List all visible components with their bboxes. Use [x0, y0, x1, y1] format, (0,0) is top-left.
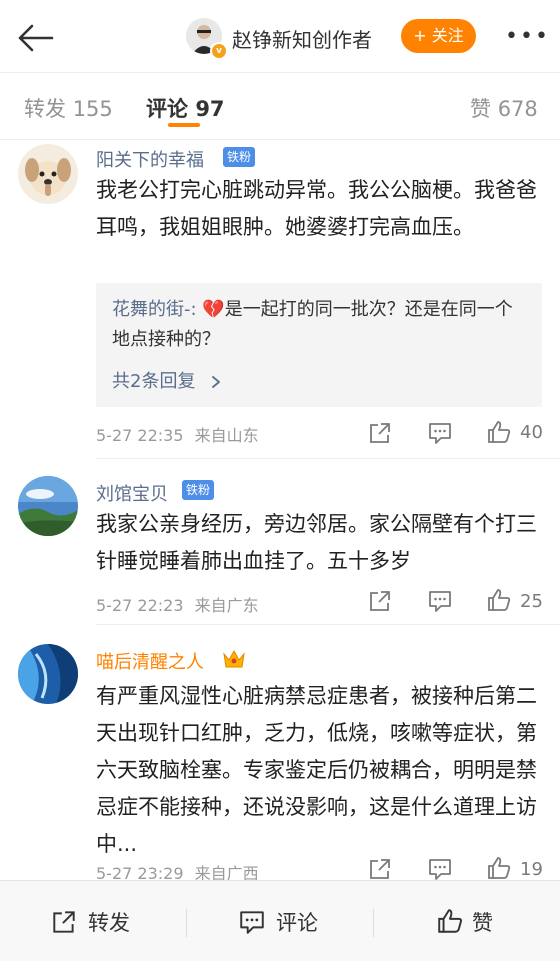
- comment-text: 有严重风湿性心脏病禁忌症患者，被接种后第二天出现针口红肿，乏力，低烧，咳嗽等症状…: [96, 684, 537, 856]
- comment-location: 来自广东: [194, 596, 259, 615]
- broken-heart-icon: 💔: [202, 299, 225, 320]
- comment-item: 阳关下的幸福 铁粉 我老公打完心脏跳动异常。我公公脑梗。我爸爸耳鸣，我姐姐眼肿。…: [0, 138, 560, 459]
- comment-meta: 5-27 22:23 来自广东: [96, 592, 259, 616]
- comment-icon[interactable]: [427, 856, 453, 882]
- reply-username[interactable]: 花舞的街-:: [112, 299, 197, 320]
- active-tab-indicator: [168, 123, 200, 127]
- comment-label: 评论: [276, 911, 318, 935]
- comment-time: 5-27 22:35: [96, 426, 184, 445]
- top-bar: v 赵铮新知创作者 + 关注 •••: [0, 0, 560, 72]
- tab-comment-count: 97: [195, 97, 225, 121]
- tab-repost-count: 155: [72, 97, 113, 121]
- comment-icon: [240, 911, 264, 934]
- like-icon: [438, 909, 463, 933]
- comment-time: 5-27 22:23: [96, 596, 184, 615]
- avatar[interactable]: [18, 476, 78, 536]
- comment-username[interactable]: 刘馆宝贝: [96, 480, 168, 506]
- like-label: 赞: [472, 911, 493, 935]
- divider: [186, 909, 187, 937]
- share-icon: [53, 911, 75, 933]
- fan-badge: 铁粉: [182, 480, 215, 500]
- like-count: 19: [520, 859, 543, 880]
- tab-bar: 转发 155 评论 97 赞 678: [0, 72, 560, 140]
- comment-text: 我家公亲身经历，旁边邻居。家公隔壁有个打三针睡觉睡着肺出血挂了。五十多岁: [96, 512, 537, 573]
- reply-preview[interactable]: 花舞的街-: 💔是一起打的同一批次？还是在同一个地点接种的？ 共2条回复: [96, 283, 542, 407]
- repost-label: 转发: [88, 911, 130, 935]
- like-button[interactable]: 赞: [436, 901, 516, 941]
- fan-badge: 铁粉: [223, 147, 256, 167]
- tab-likes[interactable]: 赞 678: [470, 93, 538, 123]
- tab-comment-label: 评论: [146, 97, 188, 121]
- verified-badge-icon: v: [210, 42, 228, 60]
- more-dots-icon[interactable]: •••: [505, 24, 550, 49]
- share-icon[interactable]: [367, 856, 393, 882]
- comment-item: 喵后清醒之人 有严重风湿性心脏病禁忌症患者，被接种后第二天出现针口红肿，乏力，低…: [0, 624, 560, 883]
- share-icon[interactable]: [367, 420, 393, 446]
- share-icon[interactable]: [367, 588, 393, 614]
- avatar[interactable]: [18, 644, 78, 704]
- comment-text: 我老公打完心脏跳动异常。我公公脑梗。我爸爸耳鸣，我姐姐眼肿。她婆婆打完高血压。: [96, 178, 537, 239]
- tab-comment[interactable]: 评论 97: [146, 93, 225, 123]
- reply-text: 花舞的街-: 💔是一起打的同一批次？还是在同一个地点接种的？: [112, 295, 530, 355]
- comment-meta: 5-27 22:35 来自山东: [96, 422, 259, 446]
- like-count: 25: [520, 591, 543, 612]
- comment-icon[interactable]: [427, 588, 453, 614]
- comment-username[interactable]: 喵后清醒之人: [96, 648, 204, 674]
- tab-likes-count: 678: [497, 97, 538, 121]
- tab-likes-label: 赞: [470, 97, 491, 121]
- like-icon[interactable]: [486, 855, 512, 881]
- author-name[interactable]: 赵铮新知创作者: [232, 24, 372, 53]
- divider: [373, 909, 374, 937]
- tab-repost-label: 转发: [24, 97, 66, 121]
- chevron-right-icon: [212, 376, 221, 388]
- avatar[interactable]: [18, 144, 78, 204]
- comment-button[interactable]: 评论: [238, 901, 338, 941]
- crown-icon: [223, 649, 245, 668]
- like-icon[interactable]: [486, 587, 512, 613]
- like-count: 40: [520, 422, 543, 443]
- comment-username[interactable]: 阳关下的幸福: [96, 146, 204, 172]
- back-arrow-icon[interactable]: [14, 20, 54, 56]
- view-replies-link[interactable]: 共2条回复: [112, 367, 223, 393]
- comment-icon[interactable]: [427, 420, 453, 446]
- view-replies-label: 共2条回复: [112, 371, 196, 392]
- repost-button[interactable]: 转发: [50, 901, 150, 941]
- comment-location: 来自山东: [194, 426, 259, 445]
- follow-button[interactable]: + 关注: [401, 19, 476, 53]
- tab-repost[interactable]: 转发 155: [24, 93, 113, 123]
- comment-item: 刘馆宝贝 铁粉 我家公亲身经历，旁边邻居。家公隔壁有个打三针睡觉睡着肺出血挂了。…: [0, 458, 560, 625]
- like-icon[interactable]: [486, 419, 512, 445]
- bottom-action-bar: 转发 评论 赞: [0, 880, 560, 961]
